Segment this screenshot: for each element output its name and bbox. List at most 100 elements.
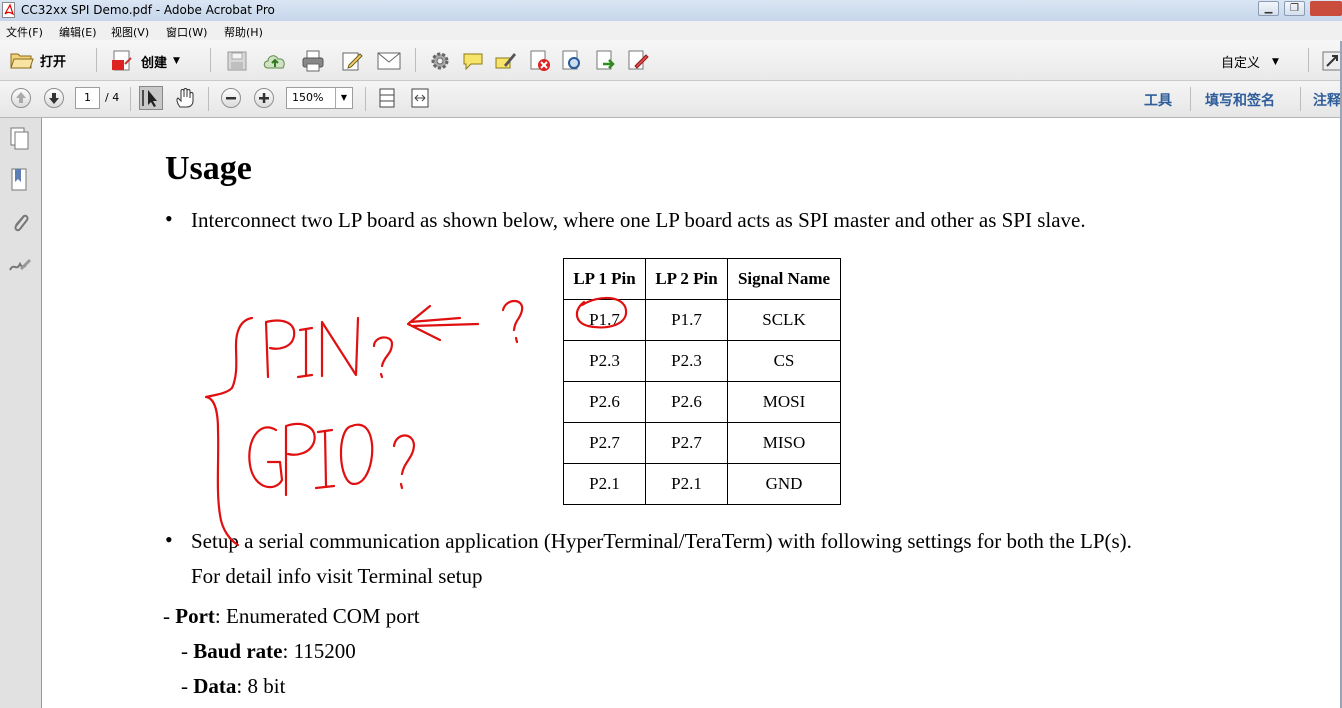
title-bar: CC32xx SPI Demo.pdf - Adobe Acrobat Pro …	[0, 0, 1342, 22]
edit-icon[interactable]	[341, 50, 363, 72]
attachments-icon[interactable]	[9, 210, 31, 236]
email-icon[interactable]	[377, 52, 401, 70]
setting-prefix: -	[181, 639, 194, 663]
table-row: P2.6 P2.6 MOSI	[563, 381, 841, 423]
window-title: CC32xx SPI Demo.pdf - Adobe Acrobat Pro	[21, 3, 275, 17]
table-cell: P2.3	[645, 340, 728, 382]
open-button[interactable]: 打开	[10, 50, 66, 70]
minus-icon	[226, 97, 236, 100]
table-cell: P1.7	[645, 299, 728, 341]
navigation-toolbar: 1 / 4 150% ▼ 工具 填写和签名 注释	[0, 81, 1342, 118]
table-cell: P2.7	[563, 422, 646, 464]
toolbar-separator	[1308, 48, 1309, 72]
table-header-lp2: LP 2 Pin	[645, 258, 728, 300]
section-heading: Usage	[165, 150, 252, 187]
create-pdf-icon	[112, 50, 132, 71]
fit-page-icon[interactable]	[377, 87, 397, 109]
pin-mapping-table: LP 1 Pin LP 2 Pin Signal Name P1.7 P1.7 …	[563, 258, 841, 505]
table-row: P2.7 P2.7 MISO	[563, 422, 841, 464]
next-page-button[interactable]	[44, 88, 64, 108]
table-cell: P2.1	[563, 463, 646, 505]
main-toolbar: 打开 创建 ▼ 自定义 ▼	[0, 40, 1342, 81]
navigation-pane	[0, 118, 42, 708]
close-button[interactable]	[1310, 1, 1342, 16]
setting-data: - Data: 8 bit	[181, 674, 285, 699]
cursor-icon	[142, 90, 157, 107]
table-cell: P2.1	[645, 463, 728, 505]
setting-port: - Port: Enumerated COM port	[163, 604, 420, 629]
table-cell: MISO	[727, 422, 841, 464]
chevron-down-icon: ▼	[1272, 56, 1279, 67]
toolbar-separator	[210, 48, 211, 72]
zoom-value: 150%	[292, 91, 324, 104]
toolbar-separator	[1300, 87, 1301, 111]
tools-link[interactable]: 工具	[1144, 90, 1172, 110]
highlight-icon[interactable]	[495, 50, 517, 72]
table-cell: P2.7	[645, 422, 728, 464]
open-label: 打开	[40, 54, 67, 70]
page-total: / 4	[105, 91, 120, 104]
table-row: P2.3 P2.3 CS	[563, 340, 841, 382]
menu-file[interactable]: 文件(F)	[6, 24, 43, 40]
save-icon[interactable]	[227, 51, 247, 71]
setting-key: Baud rate	[193, 639, 283, 663]
signatures-icon[interactable]	[8, 254, 32, 276]
table-cell: GND	[727, 463, 841, 505]
menu-view[interactable]: 视图(V)	[111, 24, 149, 40]
page-thumbnails-icon[interactable]	[8, 126, 32, 150]
zoom-out-button[interactable]	[221, 88, 241, 108]
search-doc-icon[interactable]	[561, 50, 583, 72]
minimize-button[interactable]: ▁	[1258, 1, 1279, 16]
toolbar-separator	[96, 48, 97, 72]
hand-tool-icon[interactable]	[174, 87, 196, 109]
toolbar-separator	[130, 87, 131, 111]
delete-icon[interactable]	[529, 50, 551, 72]
setting-value: : Enumerated COM port	[214, 604, 420, 628]
create-button[interactable]: 创建 ▼	[111, 50, 180, 72]
menu-help[interactable]: 帮助(H)	[224, 24, 263, 40]
setting-key: Port	[175, 604, 215, 628]
page-number-input[interactable]: 1	[75, 87, 100, 109]
table-cell: P2.3	[563, 340, 646, 382]
zoom-in-button[interactable]	[254, 88, 274, 108]
upload-icon[interactable]	[263, 50, 287, 72]
fill-sign-link[interactable]: 填写和签名	[1205, 90, 1275, 110]
setting-key: Data	[193, 674, 237, 698]
serial-setup-text: Setup a serial communication application…	[191, 529, 1132, 553]
table-row: P2.1 P2.1 GND	[563, 463, 841, 505]
setting-baud-rate: - Baud rate: 115200	[181, 639, 356, 664]
plus-icon	[259, 93, 269, 103]
document-view[interactable]: Usage • Interconnect two LP board as sho…	[42, 118, 1342, 708]
toolbar-separator	[415, 48, 416, 72]
minimize-icon: ▁	[1264, 3, 1273, 14]
fit-width-icon[interactable]	[410, 87, 430, 109]
create-label: 创建	[141, 55, 168, 71]
print-icon[interactable]	[302, 50, 324, 72]
toolbar-separator	[365, 87, 366, 111]
sign-icon[interactable]	[627, 50, 649, 72]
settings-icon[interactable]	[430, 51, 450, 71]
customize-button[interactable]: 自定义 ▼	[1221, 52, 1279, 71]
table-cell: SCLK	[727, 299, 841, 341]
table-cell: MOSI	[727, 381, 841, 423]
select-tool-button[interactable]	[139, 86, 163, 110]
open-folder-icon	[10, 53, 34, 69]
chevron-down-icon[interactable]: ▼	[335, 88, 352, 108]
table-cell: P2.6	[645, 381, 728, 423]
menu-edit[interactable]: 编辑(E)	[59, 24, 97, 40]
menu-window[interactable]: 窗口(W)	[166, 24, 207, 40]
export-icon[interactable]	[595, 50, 617, 72]
comment-icon[interactable]	[462, 51, 484, 71]
comment-link[interactable]: 注释	[1313, 90, 1341, 110]
previous-page-button[interactable]	[11, 88, 31, 108]
customize-label: 自定义	[1221, 56, 1261, 71]
menu-bar: 文件(F) 编辑(E) 视图(V) 窗口(W) 帮助(H)	[0, 21, 1342, 40]
restore-button[interactable]: ❐	[1284, 1, 1305, 16]
setting-value: : 115200	[282, 639, 356, 663]
expand-icon[interactable]	[1322, 50, 1342, 72]
table-cell: P2.6	[563, 381, 646, 423]
arrow-down-icon	[49, 93, 59, 104]
table-cell: P1.7	[563, 299, 646, 341]
bookmarks-icon[interactable]	[9, 168, 31, 194]
zoom-select[interactable]: 150% ▼	[286, 87, 353, 109]
